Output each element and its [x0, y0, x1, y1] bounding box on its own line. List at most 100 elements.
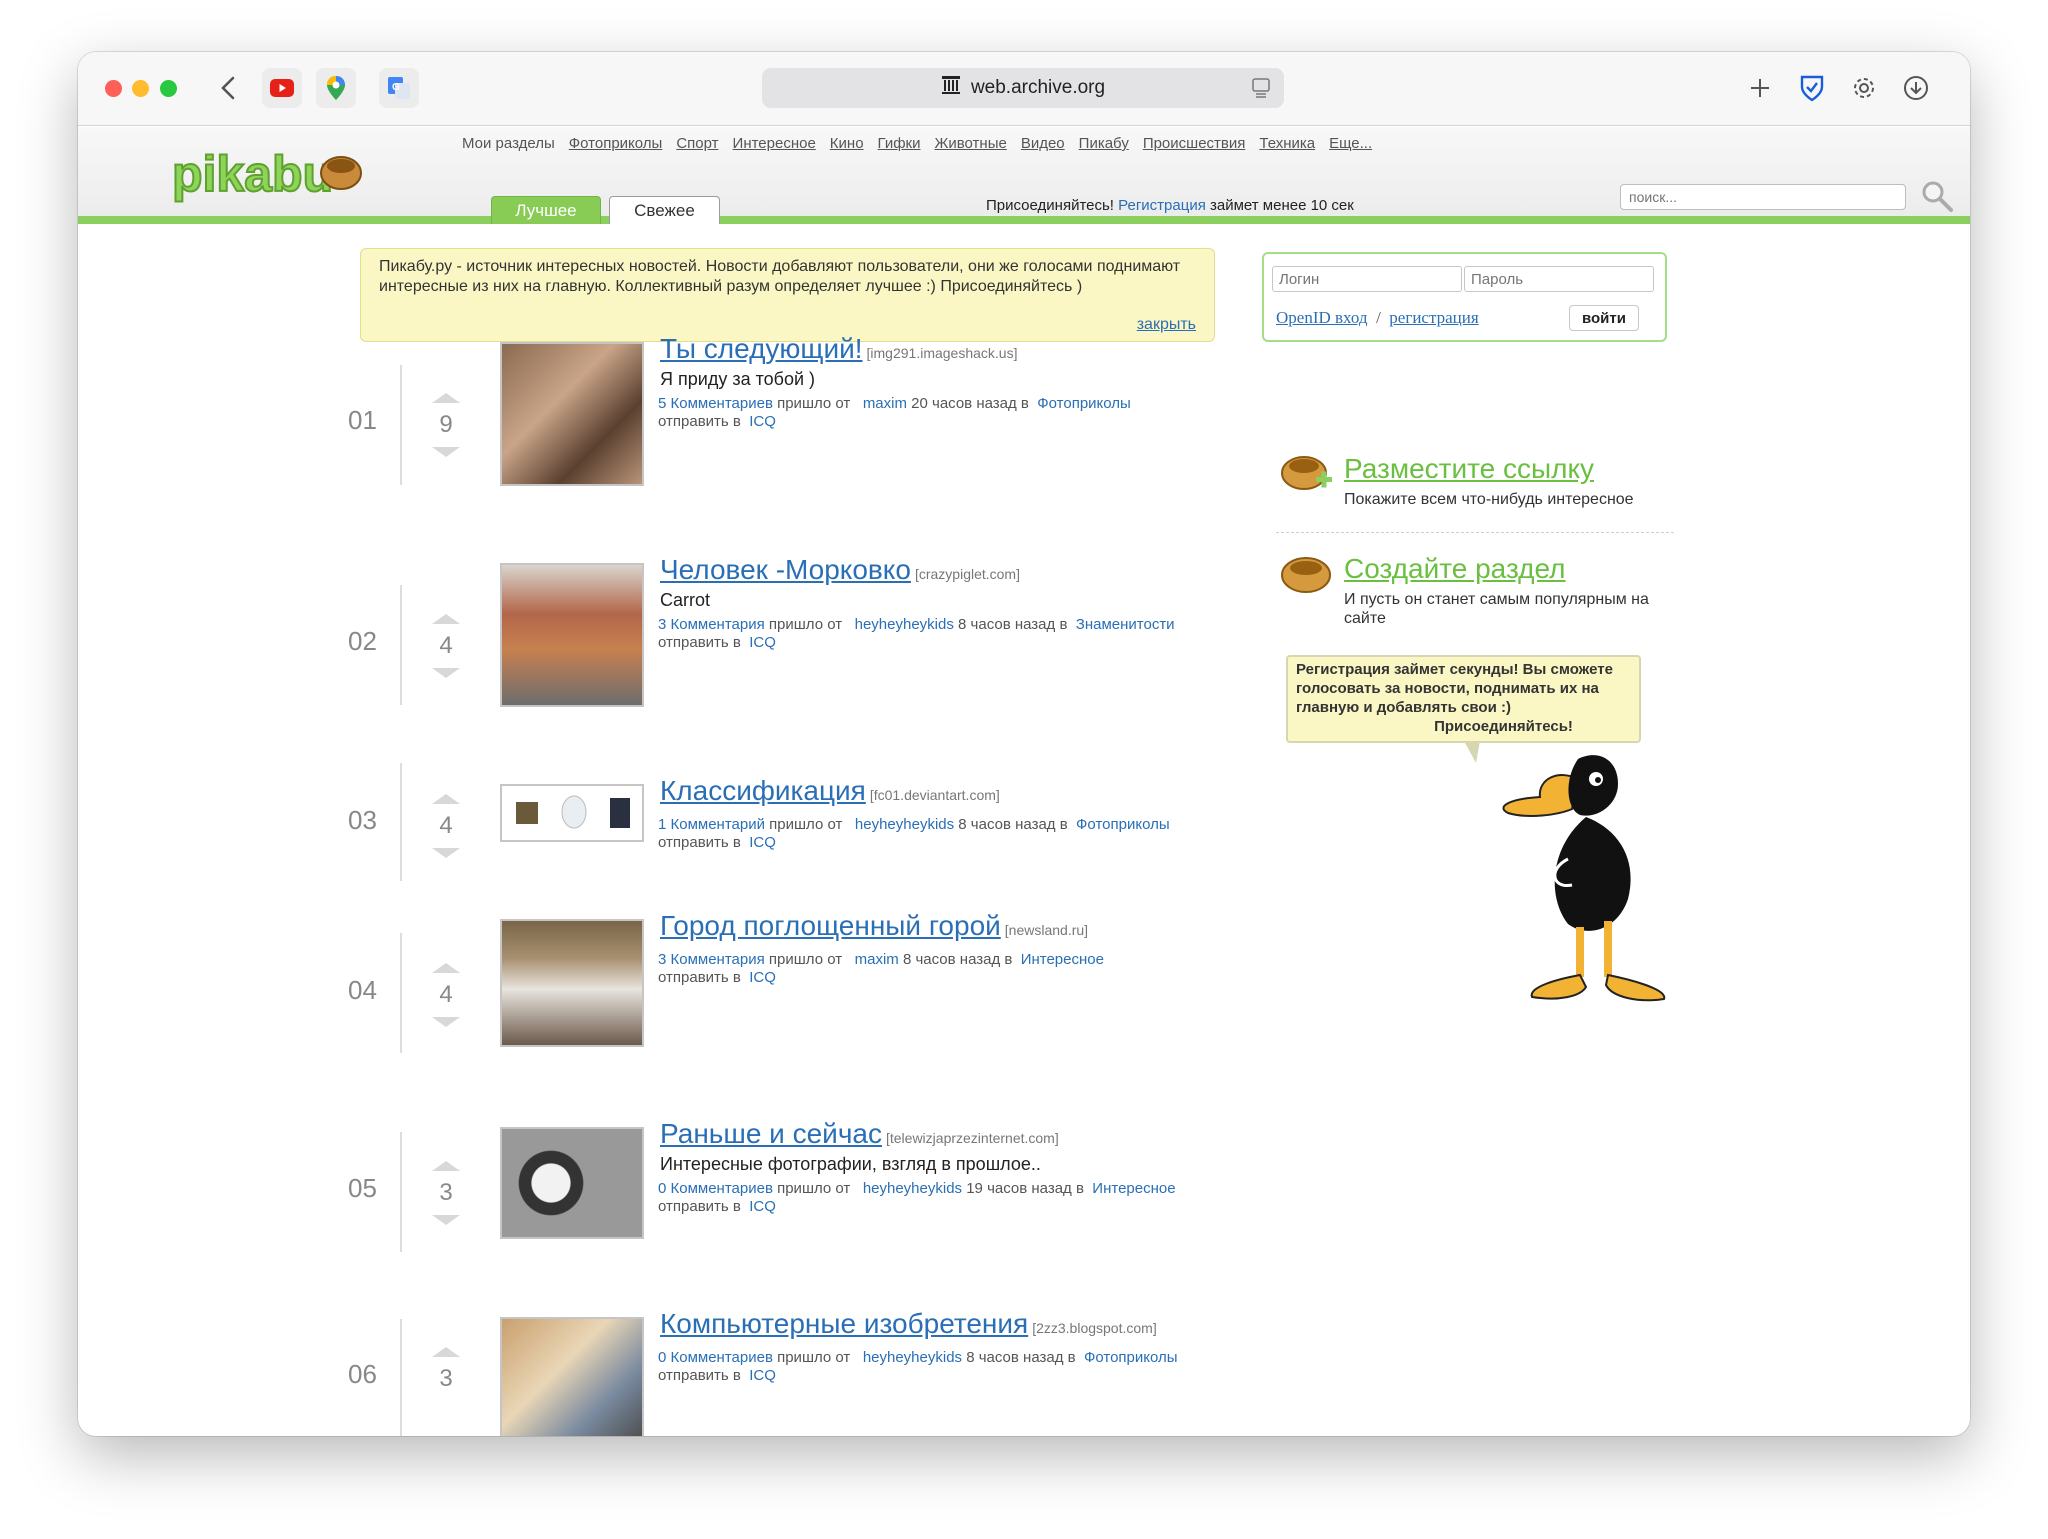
post-title: Город поглощенный горой [newsland.ru]: [660, 910, 1088, 942]
post-thumbnail[interactable]: [500, 342, 644, 486]
search-input[interactable]: [1620, 184, 1906, 210]
upvote-icon[interactable]: [431, 1158, 461, 1172]
nav-item[interactable]: Спорт: [676, 135, 718, 152]
post-thumbnail[interactable]: [500, 784, 644, 842]
nav-item[interactable]: Пикабу: [1079, 135, 1129, 152]
author-link[interactable]: heyheyheykids: [863, 1349, 962, 1366]
post-meta: 3 Комментария пришло от heyheyheykids 8 …: [658, 616, 1175, 652]
downvote-icon[interactable]: [431, 446, 461, 460]
nav-item[interactable]: Кино: [830, 135, 864, 152]
icq-link[interactable]: ICQ: [749, 1198, 776, 1215]
notice-text: Пикабу.ру - источник интересных новостей…: [379, 258, 1181, 295]
login-box: OpenID вход / регистрация войти: [1262, 252, 1667, 342]
comments-link[interactable]: 0 Комментариев: [658, 1349, 773, 1366]
post-title-link[interactable]: Раньше и сейчас: [660, 1118, 882, 1149]
openid-login-link[interactable]: OpenID вход: [1276, 308, 1368, 327]
downvote-icon[interactable]: [431, 667, 461, 681]
upvote-icon[interactable]: [431, 1344, 461, 1358]
icq-link[interactable]: ICQ: [749, 834, 776, 851]
nav-item[interactable]: Видео: [1021, 135, 1065, 152]
google-translate-icon[interactable]: G: [379, 68, 419, 108]
downvote-icon[interactable]: [431, 1214, 461, 1228]
password-field[interactable]: [1464, 266, 1654, 292]
nav-item[interactable]: Интересное: [733, 135, 816, 152]
create-section-title[interactable]: Создайте раздел: [1344, 553, 1565, 585]
add-link-title[interactable]: Разместите ссылку: [1344, 453, 1594, 485]
send-text: отправить в: [658, 1198, 741, 1215]
nav-my-sections[interactable]: Мои разделы: [462, 135, 555, 152]
bubble-cta[interactable]: Присоединяйтесь!: [1376, 717, 1631, 736]
icq-link[interactable]: ICQ: [749, 969, 776, 986]
section-link[interactable]: Интересное: [1021, 951, 1104, 968]
downvote-icon[interactable]: [431, 847, 461, 861]
back-icon[interactable]: [208, 68, 248, 108]
nav-item[interactable]: Животные: [935, 135, 1007, 152]
section-link[interactable]: Интересное: [1092, 1180, 1175, 1197]
meta-text: пришло от: [777, 1349, 851, 1366]
upvote-icon[interactable]: [431, 390, 461, 404]
post-thumbnail[interactable]: [500, 1127, 644, 1239]
register-link[interactable]: Регистрация: [1118, 197, 1206, 214]
post-thumbnail[interactable]: [500, 563, 644, 707]
upvote-icon[interactable]: [431, 611, 461, 625]
icq-link[interactable]: ICQ: [749, 634, 776, 651]
pikabu-logo[interactable]: pikabu: [168, 141, 368, 207]
icq-link[interactable]: ICQ: [749, 1367, 776, 1384]
nav-item[interactable]: Гифки: [878, 135, 921, 152]
post-description: Я приду за тобой ): [660, 369, 816, 389]
comments-link[interactable]: 5 Комментариев: [658, 395, 773, 412]
post-title-link[interactable]: Ты следующий!: [660, 333, 863, 364]
post-title-link[interactable]: Классификация: [660, 775, 866, 806]
section-link[interactable]: Фотоприколы: [1084, 1349, 1178, 1366]
login-field[interactable]: [1272, 266, 1462, 292]
post-title-link[interactable]: Город поглощенный горой: [660, 910, 1001, 941]
post-source: [crazypiglet.com]: [914, 566, 1020, 582]
author-link[interactable]: heyheyheykids: [855, 816, 954, 833]
send-text: отправить в: [658, 634, 741, 651]
nav-item[interactable]: Происшествия: [1143, 135, 1246, 152]
tab-best[interactable]: Лучшее: [491, 196, 601, 224]
google-maps-icon[interactable]: [316, 68, 356, 108]
upvote-icon[interactable]: [431, 960, 461, 974]
post-title-link[interactable]: Человек -Морковко: [660, 554, 911, 585]
tab-fresh[interactable]: Свежее: [609, 196, 720, 224]
post-thumbnail[interactable]: [500, 919, 644, 1047]
reader-mode-icon[interactable]: [1252, 78, 1270, 104]
address-bar[interactable]: web.archive.org: [762, 68, 1284, 108]
comments-link[interactable]: 1 Комментарий: [658, 816, 765, 833]
browser-toolbar: G web.archive.org: [78, 52, 1970, 126]
comments-link[interactable]: 3 Комментария: [658, 616, 765, 633]
downloads-icon[interactable]: [1898, 70, 1934, 106]
section-link[interactable]: Знаменитости: [1076, 616, 1175, 633]
nav-item[interactable]: Фотоприколы: [569, 135, 663, 152]
search-icon[interactable]: [1920, 179, 1954, 213]
author-link[interactable]: maxim: [855, 951, 899, 968]
post-thumbnail[interactable]: [500, 1317, 644, 1436]
post-title-link[interactable]: Компьютерные изобретения: [660, 1308, 1028, 1339]
upvote-icon[interactable]: [431, 791, 461, 805]
zoom-window-button[interactable]: [160, 80, 177, 97]
youtube-icon[interactable]: [262, 68, 302, 108]
downvote-icon[interactable]: [431, 1016, 461, 1030]
nav-item[interactable]: Техника: [1259, 135, 1315, 152]
minimize-window-button[interactable]: [132, 80, 149, 97]
register-link-login[interactable]: регистрация: [1389, 308, 1478, 327]
section-link[interactable]: Фотоприколы: [1076, 816, 1170, 833]
vote-widget: 9: [426, 383, 466, 467]
settings-gear-icon[interactable]: [1846, 70, 1882, 106]
comments-link[interactable]: 3 Комментария: [658, 951, 765, 968]
vote-count: 4: [439, 632, 453, 659]
close-window-button[interactable]: [105, 80, 122, 97]
author-link[interactable]: maxim: [863, 395, 907, 412]
author-link[interactable]: heyheyheykids: [855, 616, 954, 633]
divider: [400, 585, 402, 705]
new-tab-icon[interactable]: [1742, 70, 1778, 106]
bitwarden-shield-icon[interactable]: [1794, 70, 1830, 106]
icq-link[interactable]: ICQ: [749, 413, 776, 430]
section-link[interactable]: Фотоприколы: [1037, 395, 1131, 412]
nav-more[interactable]: Еще...: [1329, 135, 1372, 152]
author-link[interactable]: heyheyheykids: [863, 1180, 962, 1197]
login-button[interactable]: войти: [1569, 305, 1639, 331]
comments-link[interactable]: 0 Комментариев: [658, 1180, 773, 1197]
notice-close-link[interactable]: закрыть: [1137, 315, 1196, 335]
